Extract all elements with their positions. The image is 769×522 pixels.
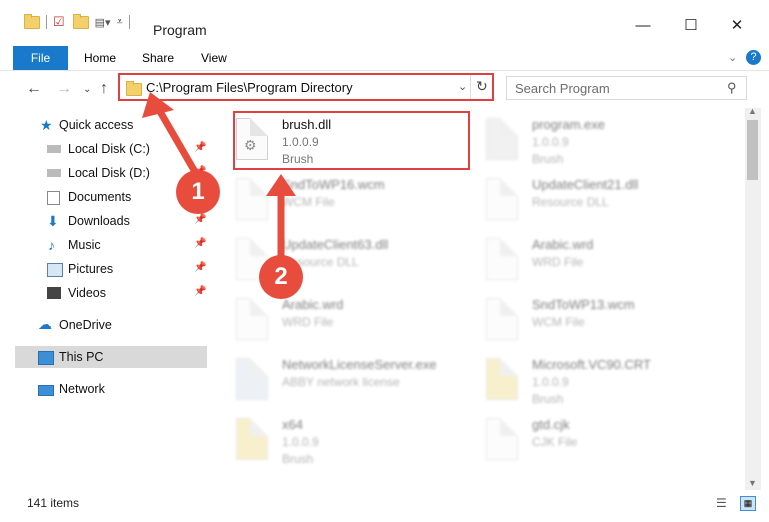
callout-2: 2 (259, 255, 303, 299)
arrow-1-shaft (154, 104, 202, 181)
annotation-arrows (142, 92, 296, 262)
callout-1: 1 (176, 170, 220, 214)
arrow-2-head (266, 174, 296, 196)
